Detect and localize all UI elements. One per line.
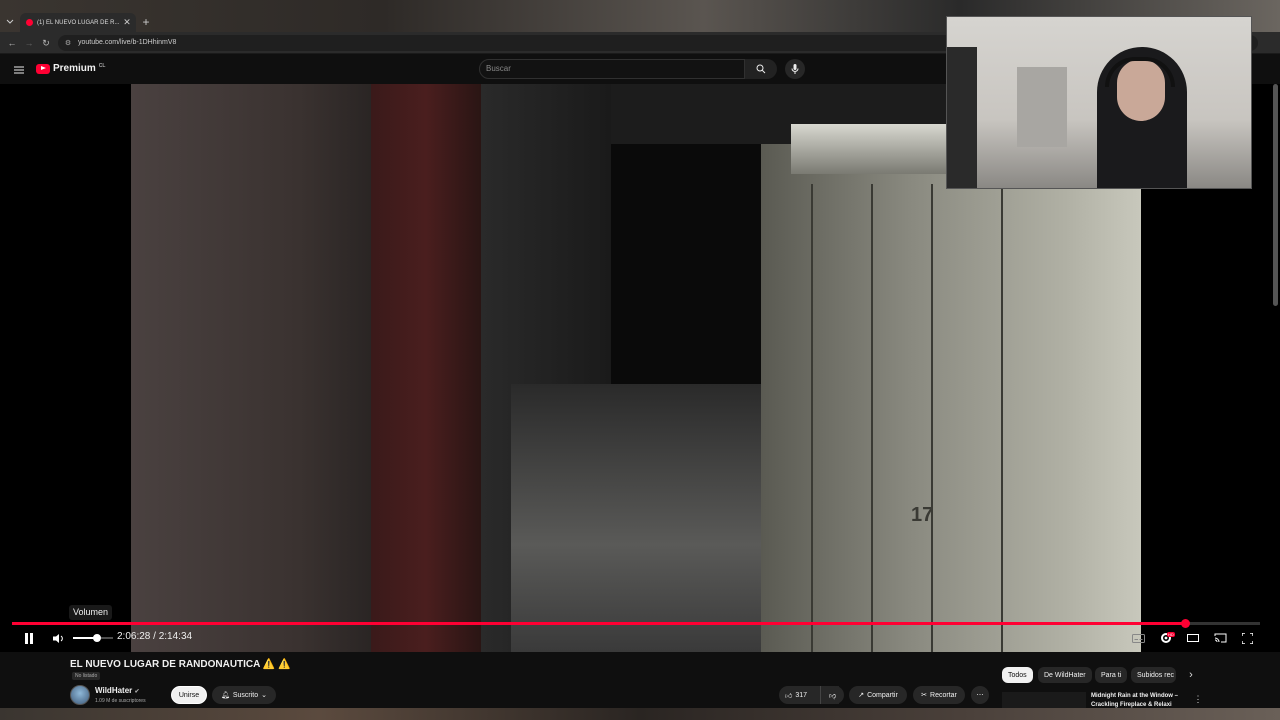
back-icon[interactable]: ← <box>4 35 20 51</box>
forward-icon[interactable]: → <box>21 35 37 51</box>
new-tab-icon[interactable]: + <box>138 14 154 30</box>
chip-todos[interactable]: Todos <box>1002 667 1033 683</box>
tab-search-icon[interactable] <box>2 13 18 29</box>
progress-scrubber[interactable] <box>1181 619 1190 628</box>
channel-avatar[interactable] <box>70 685 90 705</box>
youtube-favicon-icon <box>26 19 33 26</box>
locker-number: 17 <box>911 504 934 526</box>
subscribed-button[interactable]: 🔔︎ Suscrito ⌄ <box>212 686 276 704</box>
chip-de-wildhater[interactable]: De WildHater <box>1038 667 1092 683</box>
thumbs-up-icon: 👍︎ <box>785 692 793 700</box>
lockers <box>761 144 1141 652</box>
webcam-overlay <box>946 16 1252 189</box>
subtitles-icon <box>1131 633 1145 643</box>
browser-tab[interactable]: (1) EL NUEVO LUGAR DE R... <box>20 13 136 32</box>
desktop-background-strip <box>0 708 1280 720</box>
cast-button[interactable] <box>1210 628 1230 648</box>
visibility-badge: No listado <box>72 672 101 680</box>
recommendation-menu-icon[interactable]: ⋮ <box>1191 692 1205 706</box>
search-input[interactable]: Buscar <box>479 59 745 79</box>
share-label: Compartir <box>867 691 898 699</box>
bell-icon: 🔔︎ <box>220 692 230 699</box>
wall-left <box>131 84 371 652</box>
chevron-down-icon: ⌄ <box>261 692 268 699</box>
progress-played <box>12 622 1185 625</box>
pause-button[interactable] <box>19 628 39 648</box>
fullscreen-button[interactable] <box>1237 628 1257 648</box>
site-info-icon[interactable]: ⚙ <box>62 37 74 49</box>
thumbs-down-icon: 👎︎ <box>828 692 837 700</box>
verified-icon: ✔ <box>134 689 140 695</box>
chip-para-ti[interactable]: Para ti <box>1095 667 1128 683</box>
search-icon <box>756 64 766 74</box>
pause-icon <box>25 632 33 644</box>
chevron-right-icon[interactable]: › <box>1181 665 1201 685</box>
cast-icon <box>1214 633 1226 643</box>
volume-knob[interactable] <box>93 634 101 642</box>
settings-button[interactable] <box>1156 628 1176 648</box>
mute-button[interactable] <box>49 628 69 648</box>
close-tab-icon[interactable]: ✕ <box>120 15 134 29</box>
clip-label: Recortar <box>930 691 957 699</box>
tab-title: (1) EL NUEVO LUGAR DE R... <box>37 19 120 26</box>
time-display: 2:06:28 / 2:14:34 <box>117 631 193 642</box>
scissors-icon: ✂ <box>921 692 928 699</box>
clip-button[interactable]: ✂ Recortar <box>913 686 965 704</box>
fullscreen-icon <box>1241 632 1253 644</box>
microphone-icon <box>791 64 799 74</box>
youtube-logo-icon <box>36 63 50 74</box>
page-scrollbar[interactable] <box>1273 84 1278 306</box>
dislike-button[interactable]: 👎︎ <box>820 686 844 704</box>
video-title-text: EL NUEVO LUGAR DE RANDONAUTICA <box>70 659 261 670</box>
video-title: EL NUEVO LUGAR DE RANDONAUTICA ⚠️ ⚠️ <box>70 659 290 670</box>
chip-subidos-recientemente[interactable]: Subidos rec <box>1131 667 1176 683</box>
volume-tooltip: Volumen <box>69 605 113 620</box>
share-icon: ↗ <box>858 692 865 699</box>
red-wall <box>371 84 481 652</box>
join-button[interactable]: Unirse <box>171 686 207 704</box>
search-button[interactable] <box>745 59 777 79</box>
voice-search-button[interactable] <box>785 59 805 79</box>
subscribed-label: Suscrito <box>232 691 259 699</box>
subscriber-count: 1.09 M de suscriptores <box>95 698 146 704</box>
warning-icon: ⚠️ ⚠️ <box>262 659 291 670</box>
logo-text: Premium <box>53 63 96 74</box>
logo-region: CL <box>98 63 106 69</box>
ceiling-debris <box>791 124 951 174</box>
channel-name[interactable]: WildHater ✔ <box>95 686 140 695</box>
channel-name-text: WildHater <box>95 686 133 695</box>
theater-icon <box>1187 634 1199 642</box>
like-count: 317 <box>795 691 808 699</box>
volume-icon <box>53 633 63 643</box>
subtitles-button[interactable] <box>1128 628 1148 648</box>
reload-icon[interactable]: ↻ <box>38 35 54 51</box>
theater-mode-button[interactable] <box>1183 628 1203 648</box>
hd-badge: HD <box>1167 632 1175 637</box>
share-button[interactable]: ↗ Compartir <box>849 686 907 704</box>
more-actions-button[interactable]: ⋯ <box>971 686 989 704</box>
menu-icon[interactable] <box>9 60 29 80</box>
youtube-premium-logo[interactable]: Premium CL <box>36 63 105 74</box>
more-icon: ⋯ <box>976 692 984 699</box>
